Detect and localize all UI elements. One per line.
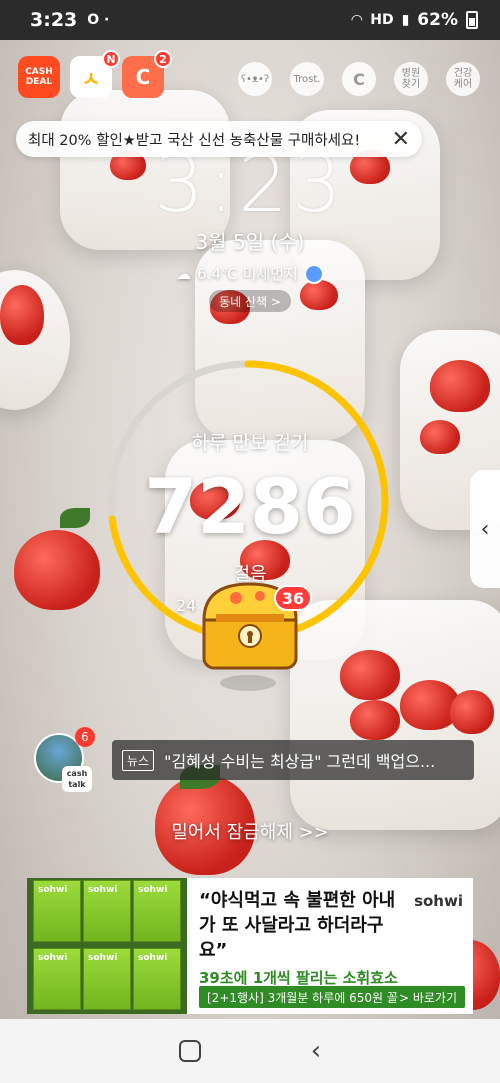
step-count: 7286 (144, 462, 356, 551)
promo-banner[interactable]: 최대 20% 할인★받고 국산 신선 농축산물 구매하세요! ✕ (16, 121, 422, 157)
ad-product-box: sohwi (83, 880, 131, 942)
lockscreen-date: 3월 5일 (수) (195, 230, 305, 254)
coin-c-icon[interactable]: C (342, 62, 376, 96)
air-quality-smile-icon (303, 263, 324, 284)
neighborhood-walk-button[interactable]: 동네 산책 > (209, 290, 291, 312)
cashdeal-label: CASH DEAL (25, 67, 53, 87)
wifi-icon: ◠ (351, 12, 363, 28)
chest-shadow (220, 675, 276, 691)
ad-cta-left: [2+1행사] 3개월분 하루에 650원 꼴 (207, 990, 398, 1005)
app-n-glyph: ㅅ (81, 66, 101, 91)
ad-product-box: sohwi (133, 880, 181, 942)
news-tag: 뉴스 (122, 749, 155, 771)
ad-product-box: sohwi (33, 880, 81, 942)
battery-percent: 62% (417, 10, 458, 30)
back-button[interactable]: ‹ (311, 1036, 321, 1066)
close-icon[interactable]: ✕ (392, 127, 410, 152)
app-n-icon[interactable]: ㅅ N (70, 50, 120, 98)
ad-product-box: sohwi (133, 948, 181, 1010)
cashtalk-icon[interactable]: cash talk (62, 766, 92, 792)
news-ticker[interactable]: 뉴스 "김혜성 수비는 최상급" 그런데 백업으... (112, 740, 474, 780)
cashwalk-c-glyph: C (135, 65, 151, 89)
trost-icon[interactable]: Trost. (290, 62, 324, 96)
signal-icon: ▮ (401, 12, 410, 28)
chevron-left-icon: ‹ (480, 516, 490, 542)
hospital-find-icon[interactable]: 병원 찾기 (394, 62, 428, 96)
ad-product-box: sohwi (83, 948, 131, 1010)
weather-text: 6.4℃ 미세먼지 (197, 265, 298, 283)
ad-cta-right: > 바로가기 (398, 990, 457, 1005)
cashwalk-c-app-icon[interactable]: C 2 (122, 50, 172, 98)
ad-body: sohwi “야식먹고 속 불편한 아내가 또 사달라고 하더라구요” 39초에… (187, 878, 473, 1014)
pedometer-title: 하루 만보 걷기 (191, 432, 309, 454)
ad-product-box: sohwi (33, 948, 81, 1010)
bear-icon[interactable]: ʕ•ᴥ•ʔ (238, 62, 272, 96)
health-care-icon[interactable]: 건강 케어 (446, 62, 480, 96)
ad-subtitle: 39초에 1개씩 팔리는 소휘효소 (199, 969, 398, 987)
navigation-bar: ‹ (0, 1019, 500, 1083)
ad-product-image: sohwi sohwi sohwi sohwi sohwi sohwi (27, 878, 187, 1014)
cashwalk-c-badge: 2 (154, 50, 172, 68)
top-app-icons: CASH DEAL ㅅ N C 2 (18, 50, 172, 98)
side-panel-handle[interactable]: ‹ (470, 470, 500, 588)
swipe-to-unlock[interactable]: 밀어서 잠금해제 >> (0, 818, 500, 844)
promo-text: 최대 20% 할인★받고 국산 신선 농축산물 구매하세요! (28, 132, 361, 149)
chest-badge: 36 (274, 585, 312, 611)
cashdeal-app-icon[interactable]: CASH DEAL (18, 56, 60, 98)
avatar-badge: 6 (75, 727, 95, 747)
status-time: 3:23 (30, 9, 78, 31)
top-right-icons: ʕ•ᴥ•ʔ Trost. C 병원 찾기 건강 케어 (238, 62, 480, 96)
cloud-icon: ☁ (176, 264, 192, 283)
weather-row: ☁ 6.4℃ 미세먼지 (0, 263, 500, 284)
trost-label: Trost. (293, 73, 321, 85)
app-n-badge: N (102, 50, 120, 68)
battery-icon (466, 11, 478, 29)
health-care-label: 건강 케어 (453, 68, 473, 90)
home-button[interactable] (178, 1040, 201, 1062)
news-headline: "김혜성 수비는 최상급" 그런데 백업으... (164, 752, 436, 771)
status-bar: 3:23 O · ◠ HD ▮ 62% (0, 0, 500, 40)
hd-voice-icon: HD (370, 12, 394, 28)
ad-banner[interactable]: sohwi sohwi sohwi sohwi sohwi sohwi sohw… (27, 878, 473, 1014)
ad-headline: “야식먹고 속 불편한 아내가 또 사달라고 하더라구요” (199, 890, 396, 961)
hospital-find-label: 병원 찾기 (401, 68, 421, 90)
status-indicators: O · (87, 12, 110, 28)
ad-brand: sohwi (414, 892, 463, 910)
pedometer-sub: 24 (176, 596, 197, 615)
ad-cta-button[interactable]: [2+1행사] 3개월분 하루에 650원 꼴 > 바로가기 (199, 986, 465, 1008)
